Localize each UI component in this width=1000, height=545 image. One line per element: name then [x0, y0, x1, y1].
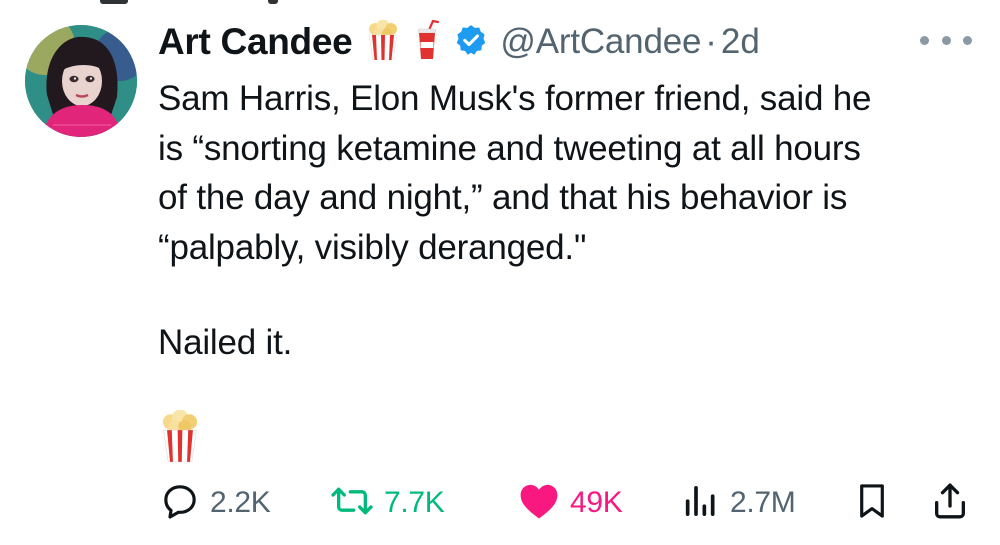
popcorn-icon [366, 19, 400, 65]
tweet-text-line: “palpably, visibly deranged." [158, 227, 587, 267]
retweet-icon [330, 481, 374, 526]
retweet-count: 7.7K [384, 486, 445, 519]
avatar[interactable] [25, 25, 137, 137]
reply-count: 2.2K [210, 486, 271, 519]
bookmark-button[interactable] [853, 478, 891, 528]
share-button[interactable] [930, 478, 970, 528]
heart-icon [518, 481, 560, 526]
tweet-header: Art Candee @ArtCandee · 2d [158, 14, 760, 70]
tweet-actions: 2.2K 7.7K 49K 2.7M [0, 478, 1000, 528]
tweet-text-line: of the day and night,” and that his beha… [158, 178, 848, 217]
like-button[interactable]: 49K [518, 478, 623, 528]
views-chart-icon [680, 481, 720, 526]
author-name[interactable]: Art Candee [158, 21, 353, 63]
tweet-text-line: Sam Harris, Elon Musk's former friend, s… [158, 79, 872, 118]
retweet-button[interactable]: 7.7K [330, 478, 445, 528]
popcorn-icon [160, 409, 200, 467]
share-icon [930, 481, 970, 526]
timestamp[interactable]: 2d [721, 22, 760, 62]
tweet-text: Sam Harris, Elon Musk's former friend, s… [158, 74, 978, 272]
reply-button[interactable]: 2.2K [160, 478, 271, 528]
verified-badge-icon[interactable] [454, 23, 488, 62]
like-count: 49K [570, 486, 623, 519]
header-separator: · [705, 22, 717, 61]
tweet-text-line: is “snorting ketamine and tweeting at al… [158, 128, 861, 168]
reply-icon [160, 481, 200, 526]
more-options-icon[interactable] [920, 28, 972, 52]
views-count: 2.7M [730, 486, 796, 519]
author-handle[interactable]: @ArtCandee [500, 22, 701, 62]
bookmark-icon [853, 481, 891, 526]
previous-tweet-edge [0, 0, 1000, 10]
tweet-text-followup: Nailed it. [158, 323, 293, 362]
drink-cup-icon [414, 19, 442, 65]
views-button[interactable]: 2.7M [680, 478, 796, 528]
